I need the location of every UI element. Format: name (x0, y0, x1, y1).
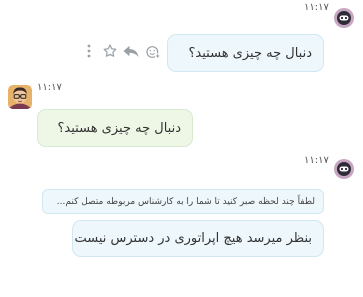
add-emoji-icon[interactable] (145, 44, 161, 60)
message-text: دنبال چه چیزی هستید؟ (57, 120, 181, 136)
reply-icon[interactable] (122, 44, 140, 58)
message-text: دنبال چه چیزی هستید؟ (188, 45, 312, 61)
bot-avatar-icon (332, 6, 356, 30)
bot-avatar-icon (332, 157, 356, 181)
star-icon[interactable] (102, 43, 118, 59)
message-bubble: بنظر میرسد هیچ اپراتوری در دسترس نیست (72, 220, 324, 257)
message-time: ۱۱:۱۷ (37, 82, 62, 93)
status-notice-bubble: لطفاً چند لحظه صبر کنید تا شما را به کار… (42, 189, 324, 214)
message-bubble: دنبال چه چیزی هستید؟ (37, 109, 193, 147)
message-actions (85, 41, 165, 61)
more-vertical-icon[interactable] (85, 44, 93, 58)
message-text: بنظر میرسد هیچ اپراتوری در دسترس نیست (74, 231, 312, 246)
message-bubble: دنبال چه چیزی هستید؟ (167, 34, 324, 72)
message-time: ۱۱:۱۷ (304, 2, 329, 13)
user-avatar-icon (8, 85, 32, 109)
message-time: ۱۱:۱۷ (304, 155, 329, 166)
status-notice-text: لطفاً چند لحظه صبر کنید تا شما را به کار… (56, 196, 315, 207)
